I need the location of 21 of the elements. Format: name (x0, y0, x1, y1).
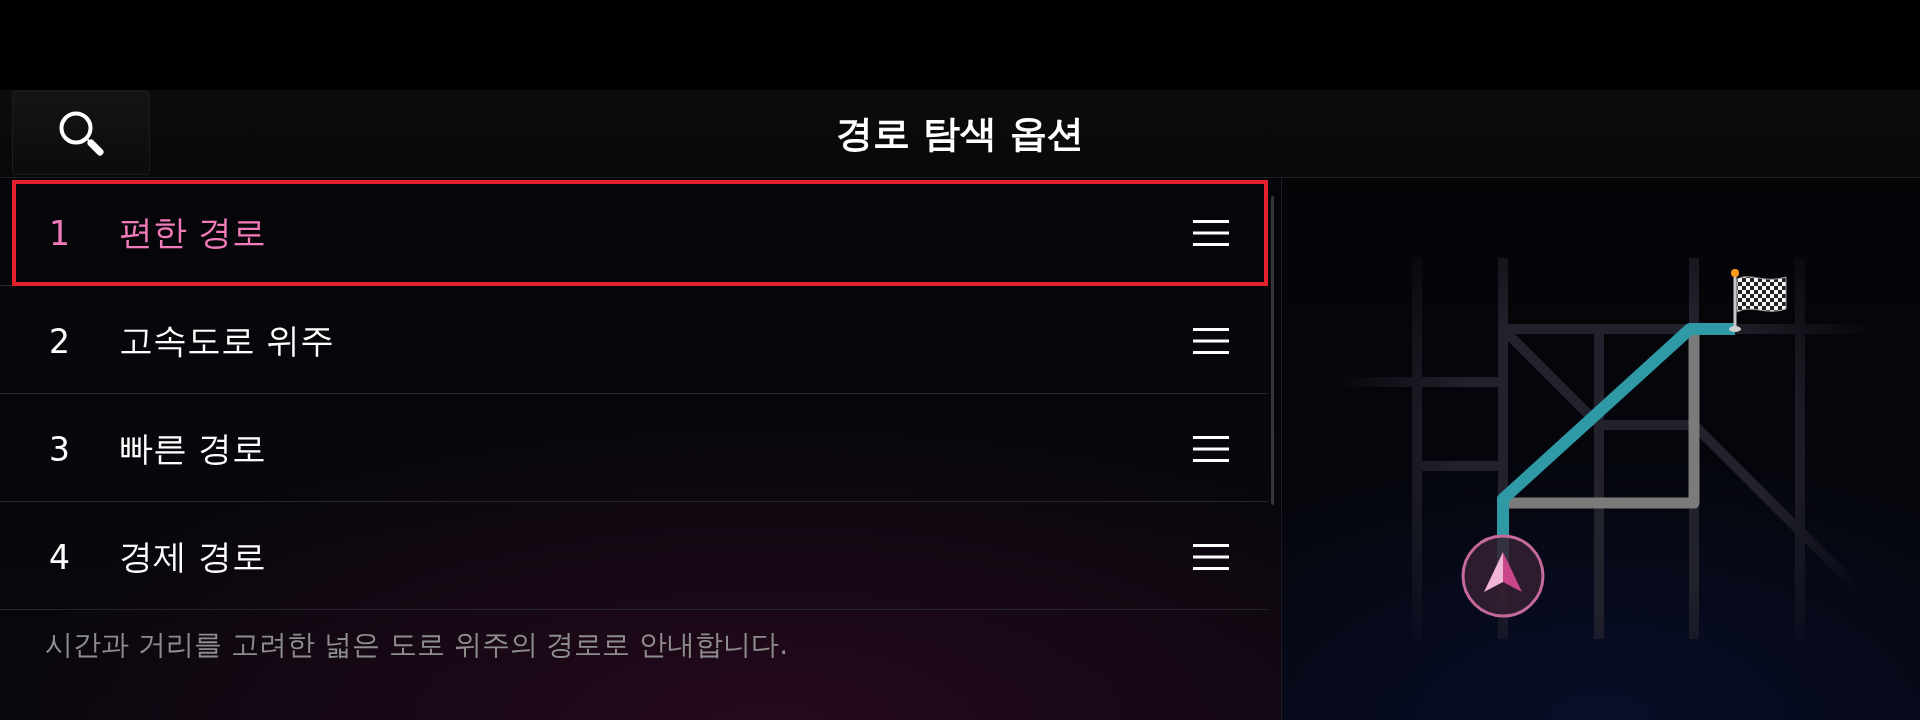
option-label: 편한 경로 (119, 211, 267, 254)
option-description: 시간과 거리를 고려한 넓은 도로 위주의 경로로 안내합니다. (44, 627, 790, 663)
option-label: 고속도로 위주 (119, 319, 335, 362)
hamburger-icon[interactable] (1193, 544, 1229, 570)
option-number: 3 (49, 429, 71, 469)
option-label: 빠른 경로 (119, 427, 267, 470)
hamburger-icon[interactable] (1193, 220, 1229, 246)
search-button[interactable] (12, 90, 150, 175)
route-option[interactable]: 1 편한 경로 (12, 180, 1268, 286)
option-label: 경제 경로 (119, 535, 267, 578)
option-number: 4 (49, 537, 71, 577)
checkered-flag-icon (1729, 269, 1787, 332)
hamburger-icon[interactable] (1193, 328, 1229, 354)
hamburger-icon[interactable] (1193, 436, 1229, 462)
option-number: 1 (49, 213, 71, 253)
route-option[interactable]: 4 경제 경로 (12, 504, 1268, 610)
route-option[interactable]: 3 빠른 경로 (12, 396, 1268, 502)
route-option[interactable]: 2 고속도로 위주 (12, 288, 1268, 394)
current-position-icon (1461, 534, 1545, 618)
option-number: 2 (49, 321, 71, 361)
page-title: 경로 탐색 옵션 (836, 110, 1084, 157)
